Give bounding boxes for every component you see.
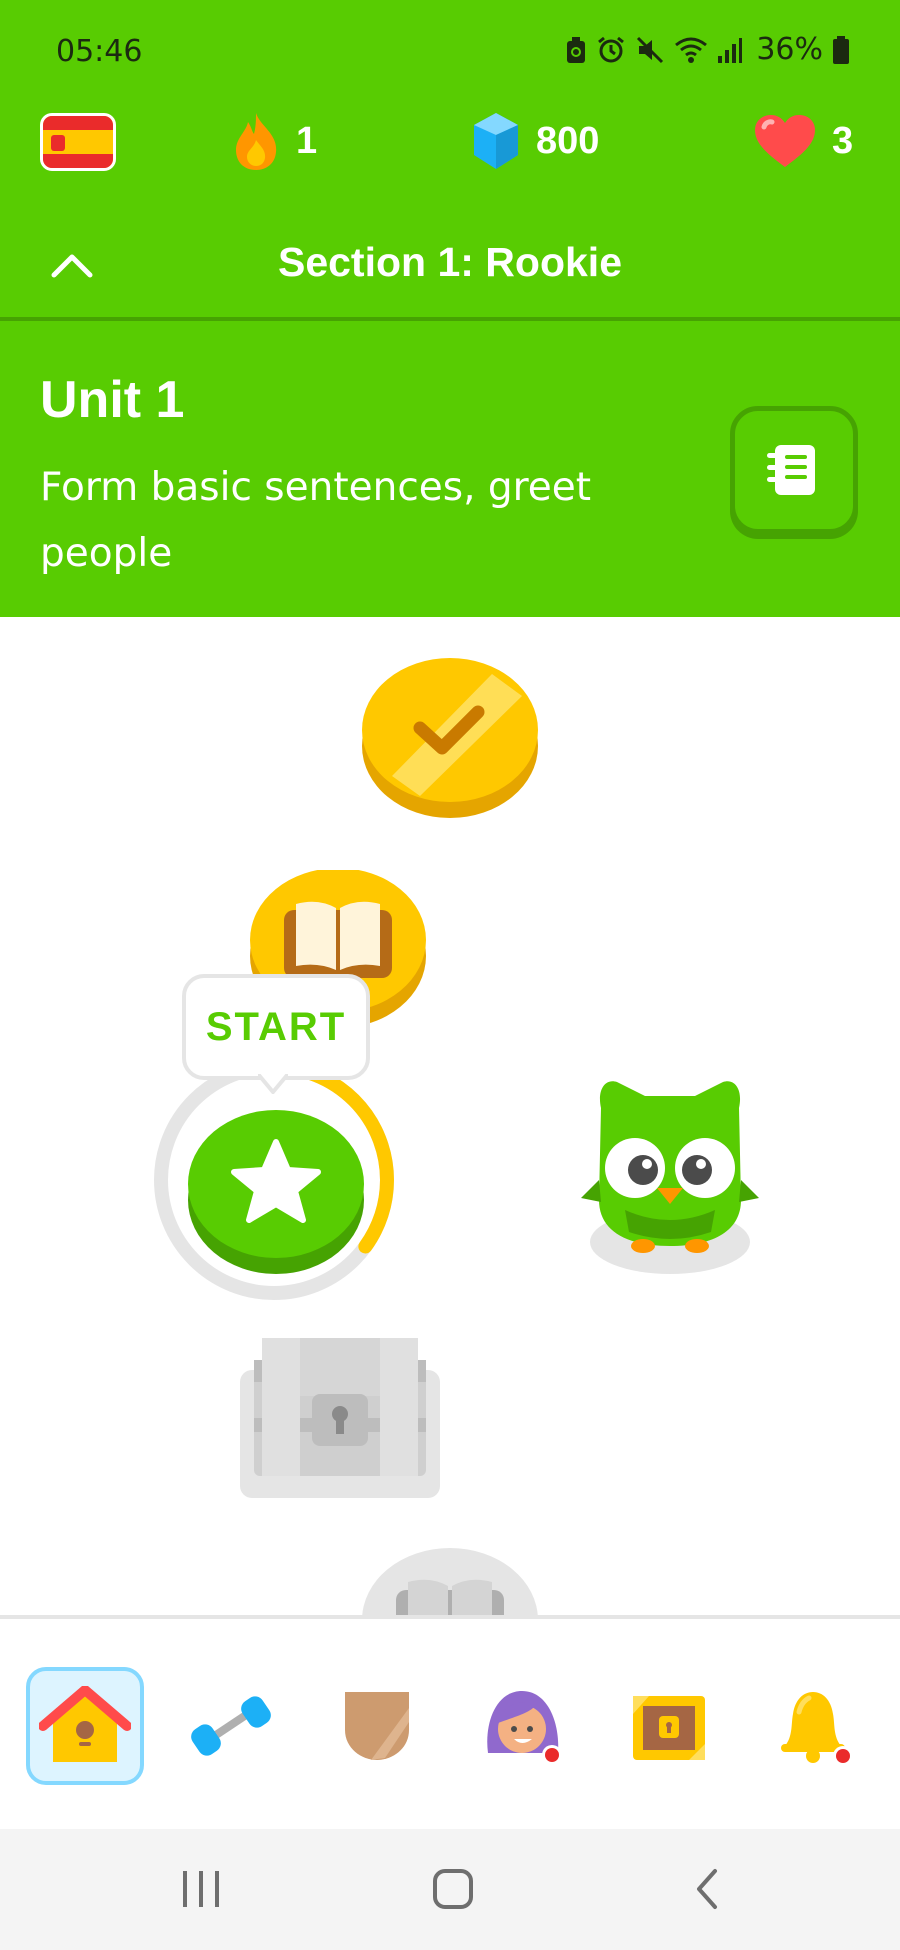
spain-flag-icon[interactable]: [40, 113, 116, 171]
section-header[interactable]: Section 1: Rookie: [0, 215, 900, 315]
home-system-button[interactable]: [418, 1859, 488, 1919]
alarm-icon: [598, 36, 625, 62]
home-icon: [39, 1686, 131, 1762]
bottom-nav: [0, 1619, 900, 1829]
nav-practice-button[interactable]: [172, 1667, 290, 1785]
gem-icon: [474, 113, 518, 169]
recent-apps-icon: [183, 1871, 219, 1907]
notebook-icon: [767, 445, 815, 495]
treasure-chest-icon: [633, 1696, 705, 1760]
gems-counter[interactable]: 800: [470, 105, 599, 177]
hearts-counter[interactable]: 3: [752, 105, 853, 177]
start-tooltip[interactable]: START: [182, 974, 370, 1080]
streak-counter[interactable]: 1: [230, 105, 317, 177]
back-chevron-icon: [697, 1869, 717, 1909]
current-lesson-node[interactable]: [150, 1072, 404, 1302]
home-square-icon: [433, 1869, 473, 1909]
status-icons: 36%: [565, 32, 850, 67]
locked-story-node[interactable]: [362, 1546, 538, 1616]
wifi-icon: [675, 37, 708, 63]
heart-icon: [755, 115, 815, 167]
back-button[interactable]: [672, 1859, 742, 1919]
completed-lesson-node[interactable]: [362, 656, 538, 822]
gem-count: 800: [536, 119, 600, 162]
flame-icon: [236, 113, 277, 170]
unit-description: Form basic sentences, greet people: [40, 465, 592, 576]
system-nav-bar: [0, 1829, 900, 1950]
locked-chest-node[interactable]: [240, 1330, 440, 1500]
status-time: 05:46: [56, 34, 143, 69]
duo-owl-mascot: [581, 1081, 759, 1274]
book-icon: [284, 901, 392, 978]
divider: [0, 317, 900, 321]
notification-dot: [836, 1749, 850, 1763]
notification-dot: [545, 1748, 559, 1762]
recent-apps-button[interactable]: [166, 1859, 236, 1919]
bell-icon: [781, 1692, 853, 1766]
nav-shop-button[interactable]: [610, 1667, 728, 1785]
nav-notifications-button[interactable]: [756, 1667, 874, 1785]
nav-learn-button[interactable]: [26, 1667, 144, 1785]
status-bar: 05:46 36%: [0, 0, 900, 105]
tooltip-tail: [258, 1074, 288, 1094]
streak-count: 1: [296, 119, 318, 162]
guidebook-button[interactable]: [730, 406, 858, 534]
battery-percent: 36%: [756, 32, 823, 67]
signal-icon: [718, 37, 743, 63]
stats-row: 1 800 3: [0, 105, 900, 215]
locked-story-wrapper: [0, 1540, 900, 1616]
shield-icon: [345, 1692, 409, 1760]
nav-leagues-button[interactable]: [318, 1667, 436, 1785]
recycle-badge-icon: [567, 36, 586, 63]
unit-title: Unit 1: [40, 371, 185, 429]
mute-icon: [637, 36, 664, 63]
avatar-icon: [487, 1691, 562, 1765]
dumbbell-icon: [191, 1696, 271, 1756]
battery-icon: [833, 35, 849, 64]
section-title: Section 1: Rookie: [277, 239, 622, 285]
heart-count: 3: [832, 119, 854, 162]
nav-profile-button[interactable]: [464, 1667, 582, 1785]
